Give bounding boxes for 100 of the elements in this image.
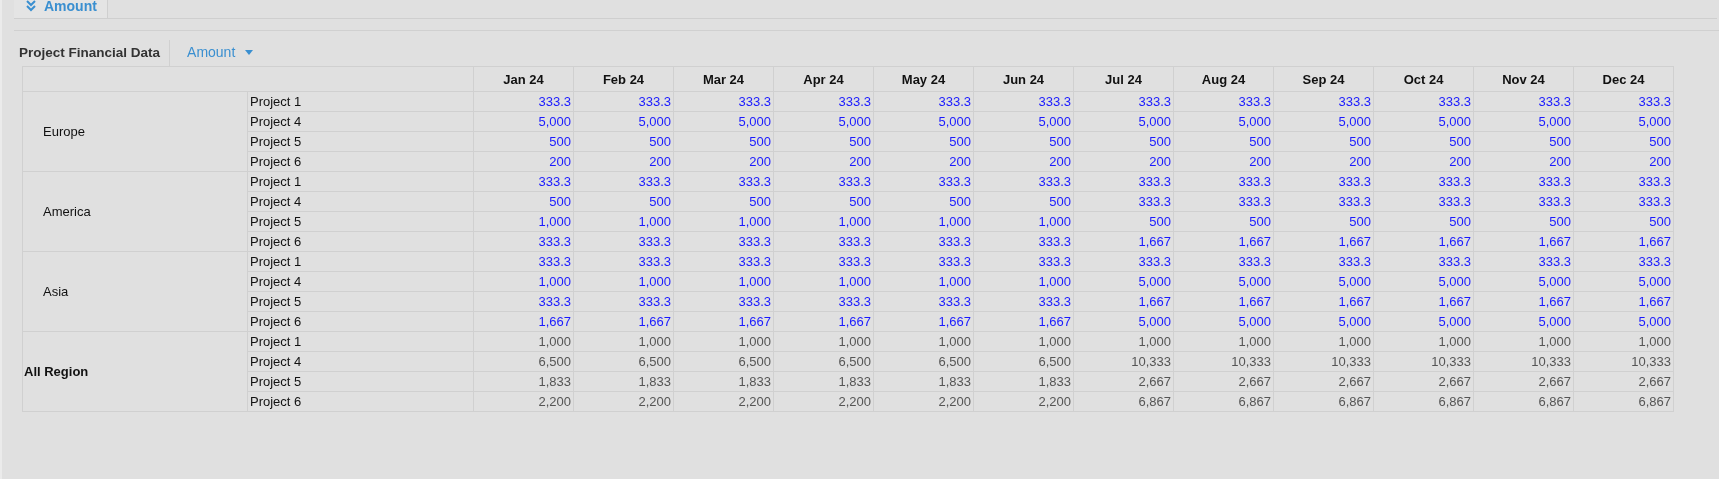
table-cell: 333.3 (1273, 251, 1374, 272)
double-chevron-icon (26, 0, 36, 12)
row-header: Project 1 (247, 331, 474, 352)
table-cell: 2,667 (1473, 371, 1574, 392)
table-cell: 5,000 (1273, 311, 1374, 332)
row-header: Project 6 (247, 391, 474, 412)
table-cell: 333.3 (1573, 91, 1674, 112)
table-cell: 200 (873, 151, 974, 172)
amount-tab[interactable]: Amount (14, 0, 108, 18)
table-cell: 333.3 (1473, 171, 1574, 192)
table-cell: 6,500 (873, 351, 974, 372)
table-cell: 5,000 (1373, 311, 1474, 332)
table-cell: 500 (1473, 131, 1574, 152)
table-cell: 333.3 (873, 91, 974, 112)
table-cell: 2,200 (573, 391, 674, 412)
table-cell: 500 (573, 191, 674, 212)
table-cell: 333.3 (573, 231, 674, 252)
table-cell: 5,000 (1073, 111, 1174, 132)
row-header: Project 5 (247, 291, 474, 312)
table-cell: 5,000 (873, 111, 974, 132)
table-cell: 5,000 (1073, 311, 1174, 332)
table-cell: 10,333 (1173, 351, 1274, 372)
table-cell: 5,000 (1573, 271, 1674, 292)
table-cell: 1,000 (473, 271, 574, 292)
table-cell: 1,000 (1073, 331, 1174, 352)
table-cell: 500 (673, 131, 774, 152)
table-cell: 333.3 (1473, 251, 1574, 272)
table-cell: 1,667 (673, 311, 774, 332)
table-cell: 5,000 (1173, 111, 1274, 132)
table-cell: 333.3 (673, 231, 774, 252)
table-cell: 500 (1473, 211, 1574, 232)
table-cell: 1,000 (473, 331, 574, 352)
table-cell: 333.3 (773, 91, 874, 112)
table-cell: 200 (1373, 151, 1474, 172)
table-cell: 200 (573, 151, 674, 172)
table-cell: 1,000 (673, 211, 774, 232)
table-cell: 1,667 (1473, 231, 1574, 252)
table-cell: 1,833 (473, 371, 574, 392)
table-cell: 1,000 (1373, 331, 1474, 352)
row-header: Project 6 (247, 311, 474, 332)
table-cell: 333.3 (973, 231, 1074, 252)
table-cell: 333.3 (473, 251, 574, 272)
table-cell: 10,333 (1073, 351, 1174, 372)
table-cell: 333.3 (873, 291, 974, 312)
table-cell: 333.3 (673, 291, 774, 312)
table-cell: 1,667 (1573, 231, 1674, 252)
table-cell: 5,000 (1173, 311, 1274, 332)
row-header: Project 4 (247, 271, 474, 292)
table-cell: 5,000 (1373, 271, 1474, 292)
row-group-header: Asia (22, 251, 248, 332)
table-cell: 333.3 (1573, 251, 1674, 272)
table-cell: 1,667 (1173, 291, 1274, 312)
table-cell: 1,833 (773, 371, 874, 392)
table-cell: 1,667 (1373, 291, 1474, 312)
table-cell: 500 (1573, 211, 1674, 232)
table-cell: 1,667 (1273, 231, 1374, 252)
table-cell: 1,833 (573, 371, 674, 392)
table-cell: 1,667 (1573, 291, 1674, 312)
table-cell: 333.3 (1373, 91, 1474, 112)
table-cell: 10,333 (1473, 351, 1574, 372)
table-cell: 6,500 (473, 351, 574, 372)
measure-dropdown[interactable]: Amount (170, 41, 271, 63)
table-cell: 6,500 (773, 351, 874, 372)
table-cell: 1,000 (1173, 331, 1274, 352)
table-cell: 333.3 (1473, 91, 1574, 112)
table-cell: 200 (1273, 151, 1374, 172)
table-cell: 333.3 (673, 251, 774, 272)
table-cell: 333.3 (1373, 171, 1474, 192)
column-header: May 24 (873, 66, 974, 92)
table-cell: 1,000 (1473, 331, 1574, 352)
table-cell: 333.3 (573, 171, 674, 192)
column-header: Nov 24 (1473, 66, 1574, 92)
table-cell: 333.3 (473, 171, 574, 192)
table-cell: 333.3 (1373, 251, 1474, 272)
table-cell: 333.3 (1273, 171, 1374, 192)
table-cell: 200 (1573, 151, 1674, 172)
table-cell: 333.3 (973, 91, 1074, 112)
row-header: Project 4 (247, 191, 474, 212)
table-cell: 1,000 (873, 331, 974, 352)
table-cell: 333.3 (473, 91, 574, 112)
table-cell: 10,333 (1273, 351, 1374, 372)
table-cell: 500 (973, 131, 1074, 152)
column-header: Dec 24 (1573, 66, 1674, 92)
table-cell: 333.3 (1173, 191, 1274, 212)
table-cell: 500 (1373, 211, 1474, 232)
table-cell: 500 (473, 131, 574, 152)
table-cell: 6,500 (573, 351, 674, 372)
table-cell: 333.3 (1273, 91, 1374, 112)
table-cell: 5,000 (1273, 271, 1374, 292)
row-header: Project 5 (247, 131, 474, 152)
table-cell: 1,000 (773, 271, 874, 292)
table-cell: 1,667 (1373, 231, 1474, 252)
table-cell: 333.3 (1073, 91, 1174, 112)
table-cell: 333.3 (873, 231, 974, 252)
table-cell: 333.3 (1573, 191, 1674, 212)
table-cell: 200 (1473, 151, 1574, 172)
table-cell: 1,833 (973, 371, 1074, 392)
table-cell: 1,000 (973, 271, 1074, 292)
row-header: Project 6 (247, 231, 474, 252)
table-cell: 333.3 (1573, 171, 1674, 192)
